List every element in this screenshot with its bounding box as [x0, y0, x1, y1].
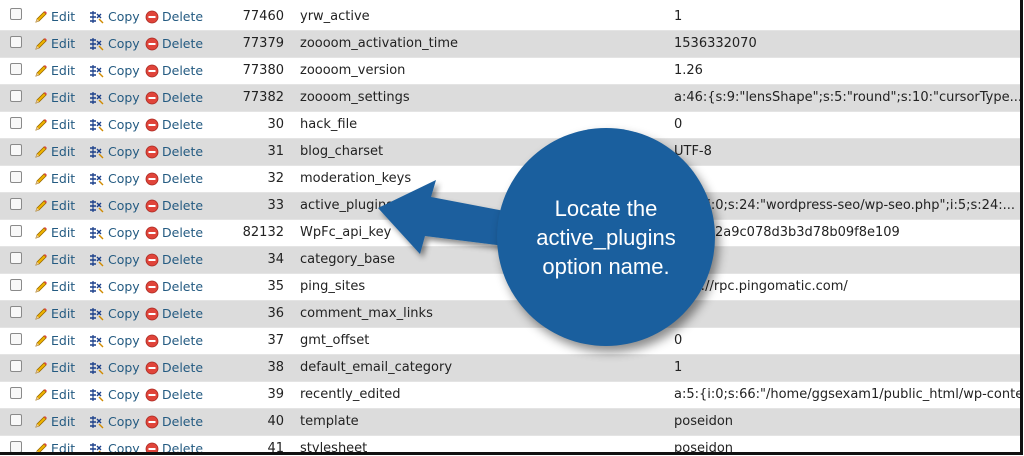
callout-text: Locate the active_plugins option name. [536, 195, 676, 279]
callout-bubble: Locate the active_plugins option name. [497, 128, 715, 346]
